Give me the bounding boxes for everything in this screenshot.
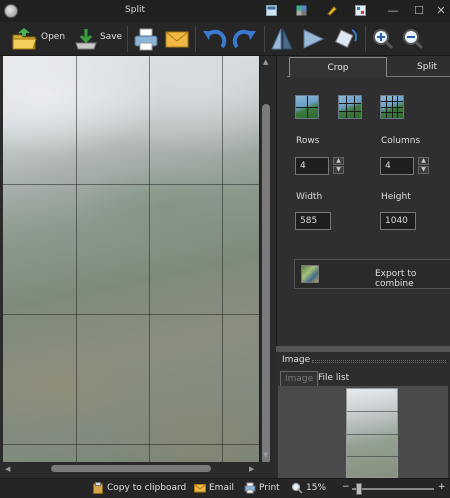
title-bar: Split — ☐ ✕: [0, 0, 450, 22]
tab-split[interactable]: Split: [395, 57, 450, 77]
tab-image[interactable]: Image: [280, 371, 319, 387]
scroll-up-icon[interactable]: ▲: [263, 58, 268, 66]
print-icon: [244, 482, 256, 494]
rotate-free-icon[interactable]: [332, 25, 358, 53]
split-preset-2x2-icon[interactable]: [295, 95, 319, 119]
rows-stepper[interactable]: ▲ ▼: [333, 157, 344, 175]
height-label: Height: [381, 192, 411, 202]
split-line-vertical[interactable]: [222, 56, 223, 462]
scroll-down-icon[interactable]: ▼: [263, 451, 268, 459]
vertical-scrollbar[interactable]: ▲ ▼: [259, 56, 272, 464]
zoom-slider-thumb[interactable]: [356, 483, 362, 495]
rotate-left-icon[interactable]: [200, 25, 228, 53]
columns-input[interactable]: 4: [380, 157, 414, 175]
zoom-icon: [291, 482, 303, 494]
rows-increment-icon[interactable]: ▲: [333, 157, 344, 165]
rows-label: Rows: [296, 136, 320, 146]
horizontal-scroll-thumb[interactable]: [51, 465, 211, 472]
image-panel-title: Image: [282, 355, 311, 365]
email-icon[interactable]: [164, 25, 190, 53]
zoom-out-icon[interactable]: [401, 25, 425, 53]
split-line-vertical[interactable]: [149, 56, 150, 462]
columns-label: Columns: [381, 136, 421, 146]
zoom-in-icon[interactable]: [371, 25, 395, 53]
split-line-horizontal[interactable]: [3, 184, 259, 185]
rows-input[interactable]: 4: [295, 157, 329, 175]
combine-icon: [301, 265, 319, 283]
columns-decrement-icon[interactable]: ▼: [418, 166, 429, 174]
horizontal-scrollbar[interactable]: ◀ ▶: [3, 462, 272, 475]
toolbar-separator: [127, 26, 128, 52]
image-panel: Image Image File list: [276, 352, 450, 478]
zoom-slider[interactable]: [352, 488, 434, 490]
palette-icon[interactable]: [296, 5, 307, 16]
zoom-level: 15%: [306, 483, 327, 493]
save-icon[interactable]: [72, 25, 100, 53]
email-icon: [194, 484, 206, 493]
copy-to-clipboard-button[interactable]: Copy to clipboard: [107, 483, 186, 493]
width-field[interactable]: 585: [295, 212, 331, 230]
maximize-button[interactable]: ☐: [411, 3, 427, 18]
toolbar-separator: [365, 26, 366, 52]
height-field[interactable]: 1040: [380, 212, 416, 230]
open-button[interactable]: Open: [41, 32, 65, 42]
print-icon[interactable]: [133, 25, 159, 53]
layout-icon[interactable]: [266, 5, 277, 16]
columns-stepper[interactable]: ▲ ▼: [418, 157, 429, 175]
open-folder-icon[interactable]: [10, 25, 38, 53]
flip-horizontal-icon[interactable]: [270, 25, 294, 53]
vertical-scroll-thumb[interactable]: [262, 104, 270, 464]
minimize-button[interactable]: —: [385, 3, 401, 18]
window-title: Split: [125, 5, 145, 15]
columns-increment-icon[interactable]: ▲: [418, 157, 429, 165]
aerial-photo: [3, 56, 259, 462]
scroll-left-icon[interactable]: ◀: [5, 465, 10, 473]
email-button[interactable]: Email: [209, 483, 234, 493]
close-button[interactable]: ✕: [433, 3, 449, 18]
panel-tabs: Crop Split: [287, 57, 450, 77]
width-label: Width: [296, 192, 323, 202]
zoom-in-button[interactable]: +: [438, 482, 446, 492]
crop-split-panel: Crop Split Rows 4 ▲ ▼ Columns 4 ▲ ▼ Widt…: [276, 56, 450, 346]
pencil-icon[interactable]: [326, 5, 337, 16]
toolbar-separator: [264, 26, 265, 52]
panel-grip[interactable]: [312, 360, 446, 363]
export-label: Export to combine: [375, 269, 417, 289]
toolbar: Open Save: [0, 22, 450, 56]
save-button[interactable]: Save: [100, 32, 122, 42]
split-line-vertical[interactable]: [76, 56, 77, 462]
split-line-horizontal[interactable]: [3, 314, 259, 315]
image-thumbnail[interactable]: [346, 388, 399, 478]
tab-crop[interactable]: Crop: [289, 57, 387, 77]
image-icon[interactable]: [355, 5, 366, 16]
rotate-right-icon[interactable]: [231, 25, 259, 53]
tab-file-list[interactable]: File list: [314, 371, 353, 387]
clipboard-icon: [93, 482, 103, 494]
print-button[interactable]: Print: [259, 483, 280, 493]
zoom-out-button[interactable]: −: [342, 482, 350, 492]
status-bar: Copy to clipboard Email Print 15% − +: [0, 478, 450, 498]
preview-area: [278, 386, 448, 478]
split-preset-4x4-icon[interactable]: [380, 95, 404, 119]
image-canvas[interactable]: [3, 56, 259, 462]
split-line-horizontal[interactable]: [3, 444, 259, 445]
toolbar-separator: [195, 26, 196, 52]
flip-vertical-icon[interactable]: [301, 25, 325, 53]
rows-decrement-icon[interactable]: ▼: [333, 166, 344, 174]
scroll-right-icon[interactable]: ▶: [249, 465, 254, 473]
export-to-combine-button[interactable]: Export to combine: [294, 259, 450, 289]
split-preset-3x3-icon[interactable]: [338, 95, 362, 119]
